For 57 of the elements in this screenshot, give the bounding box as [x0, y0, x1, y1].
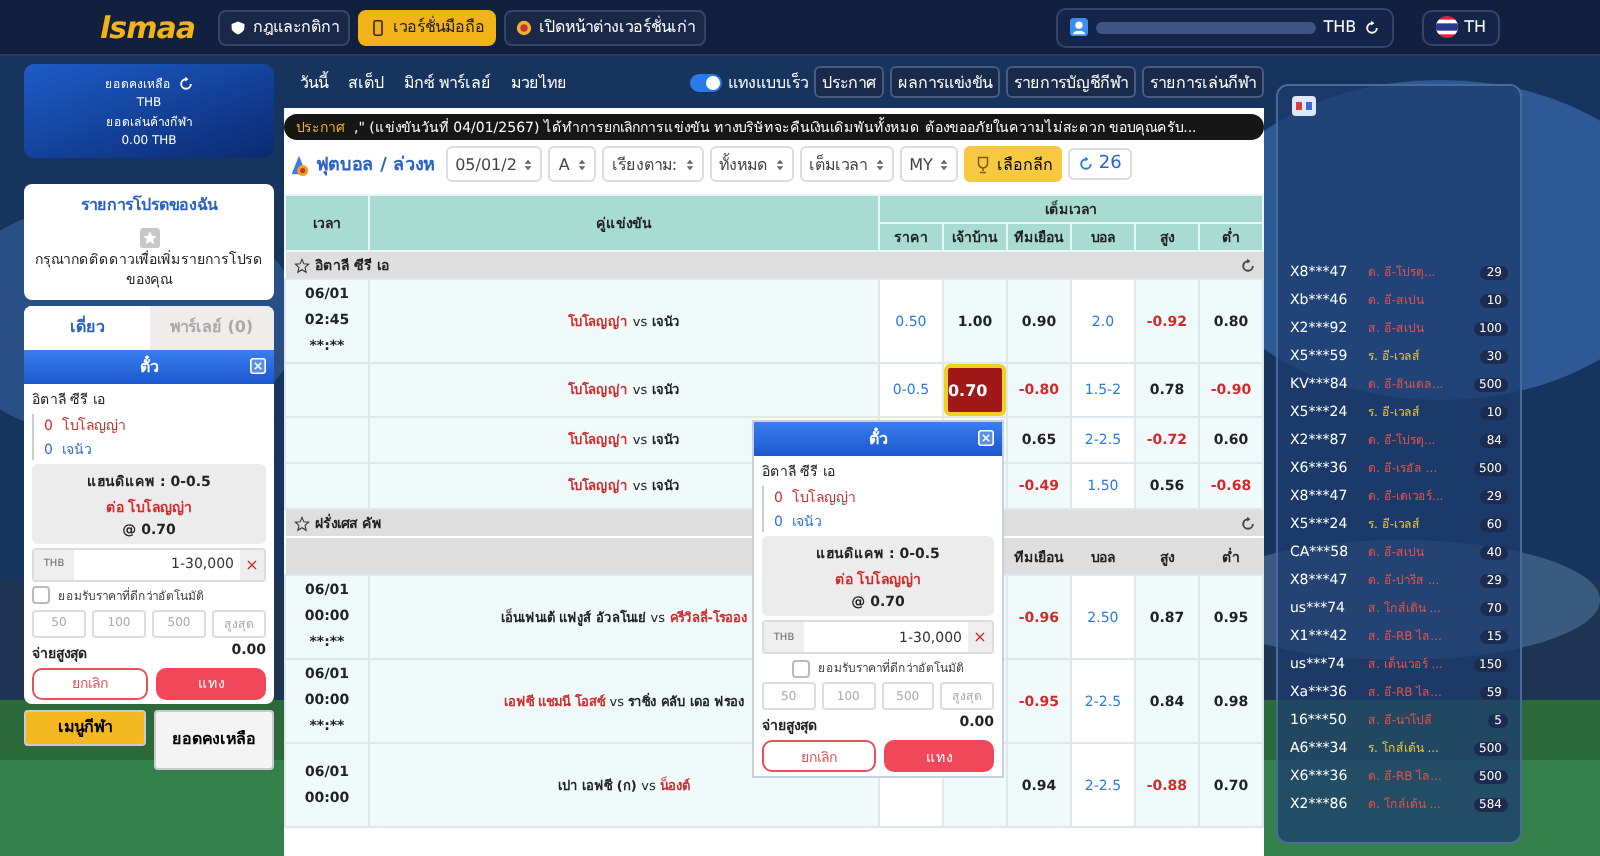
sport-tab[interactable]: วันนี้: [300, 69, 328, 95]
sidebar-button[interactable]: ยอดคงเหลือ: [153, 709, 274, 770]
trophy-icon: [974, 155, 993, 173]
star-icon[interactable]: [293, 257, 309, 273]
nav-link-button[interactable]: ประกาศ: [814, 66, 884, 98]
filter-select[interactable]: เต็มเวลา: [799, 146, 894, 182]
sport-tab[interactable]: มิกซ์ พาร์เลย์: [404, 69, 492, 95]
star-icon: [139, 228, 159, 248]
sport-tab[interactable]: มวยไทย: [511, 69, 568, 95]
shield-icon: [230, 19, 247, 35]
filter-select[interactable]: เรียงตาม:: [601, 146, 704, 182]
user-panel[interactable]: THB: [1055, 7, 1395, 47]
header-button[interactable]: เปิดหน้าต่างเวอร์ชั่นเก่า: [504, 9, 707, 45]
currency-label: THB: [1323, 18, 1357, 36]
sort-arrows-icon: [685, 157, 694, 171]
refresh-icon[interactable]: [1239, 257, 1255, 273]
sort-arrows-icon: [875, 157, 884, 171]
site-logo[interactable]: lsmaa: [100, 9, 195, 45]
flag-icon: [1436, 16, 1459, 38]
filter-select[interactable]: 05/01/2: [445, 146, 543, 182]
nav-link-button[interactable]: รายการเล่นกีฬา: [1142, 66, 1264, 98]
header-button[interactable]: เวอร์ชั่นมือถือ: [358, 9, 497, 45]
odds-cell[interactable]: 0.70: [943, 364, 1006, 416]
ticket-icon: [1290, 94, 1318, 118]
refresh-icon: [1078, 156, 1095, 172]
sidebar-button[interactable]: เมนูกีฬา: [24, 709, 145, 746]
favorites-title: รายการโปรดของฉัน: [81, 193, 217, 218]
coin-icon: [516, 19, 533, 35]
header-button[interactable]: กฎและกติกา: [218, 9, 351, 45]
clear-button[interactable]: ×: [968, 622, 992, 652]
filter-select[interactable]: MY: [899, 146, 959, 182]
sort-arrows-icon: [524, 157, 533, 171]
sort-arrows-icon: [577, 157, 586, 171]
checkbox[interactable]: [32, 586, 50, 605]
sort-arrows-icon: [940, 157, 949, 171]
filter-select[interactable]: A: [548, 146, 596, 182]
language-button[interactable]: TH: [1422, 9, 1500, 45]
filter-select[interactable]: ทั้งหมด: [709, 146, 794, 182]
league-select-button[interactable]: เลือกลีก: [964, 146, 1063, 182]
close-icon[interactable]: [250, 357, 266, 374]
checkbox[interactable]: [792, 659, 810, 677]
refresh-icon[interactable]: [1239, 515, 1255, 531]
slip-title: ตั๋ว: [140, 353, 158, 380]
sport-icon: [288, 153, 310, 175]
close-icon[interactable]: [978, 430, 994, 446]
clear-button[interactable]: ×: [240, 549, 264, 580]
phone-icon: [370, 19, 387, 35]
user-icon: [1069, 18, 1088, 36]
toggle-label: แทงแบบเร็ว: [728, 70, 808, 95]
refresh-count-button[interactable]: 26: [1068, 148, 1132, 180]
slip-title: ตั๋ว: [869, 426, 887, 452]
star-icon[interactable]: [293, 515, 309, 531]
nav-link-button[interactable]: รายการบัญชีกีฬา: [1006, 66, 1136, 98]
nav-link-button[interactable]: ผลการแข่งขัน: [890, 66, 1000, 98]
sport-tab[interactable]: สเต็ป: [348, 69, 384, 95]
breadcrumb: ฟุตบอล / ล่วงห: [316, 153, 436, 178]
sort-arrows-icon: [775, 157, 784, 171]
